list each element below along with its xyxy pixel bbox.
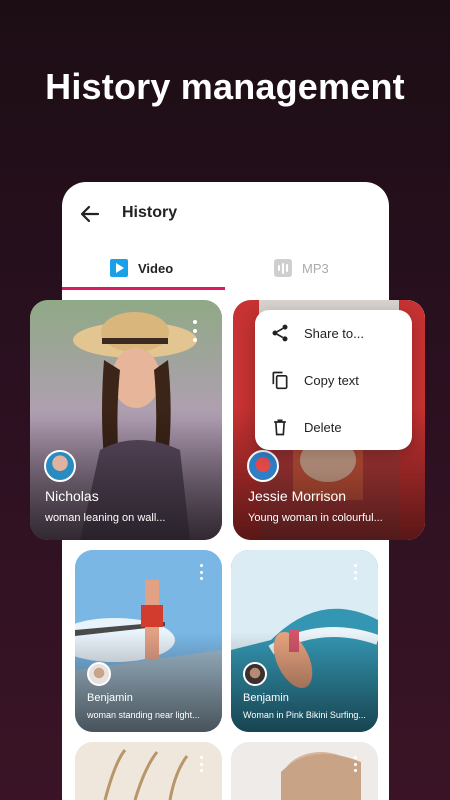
avatar (247, 450, 279, 482)
share-icon (272, 324, 288, 342)
avatar (44, 450, 76, 482)
back-arrow-icon[interactable] (78, 202, 102, 226)
history-card[interactable]: Nicholas woman leaning on wall... (30, 300, 222, 540)
more-options-icon[interactable] (198, 756, 204, 772)
play-icon (110, 259, 128, 277)
menu-item-label: Copy text (304, 372, 359, 388)
audio-waveform-icon (274, 259, 292, 277)
tab-bar: Video MP3 (62, 248, 389, 290)
card-description: Young woman in colourful... (248, 512, 383, 524)
menu-item-share[interactable]: Share to... (255, 310, 412, 356)
card-description: Woman in Pink Bikini Surfing... (243, 710, 366, 720)
card-description: woman leaning on wall... (45, 512, 166, 524)
headline: History management (45, 66, 405, 107)
more-options-icon[interactable] (198, 564, 204, 580)
card-author-name: Benjamin (243, 692, 289, 704)
menu-item-label: Share to... (304, 325, 364, 341)
card-description: woman standing near light... (87, 710, 200, 720)
tab-mp3[interactable]: MP3 (274, 248, 329, 288)
card-author-name: Benjamin (87, 692, 133, 704)
card-author-name: Jessie Morrison (248, 488, 347, 504)
menu-item-delete[interactable]: Delete (255, 404, 412, 450)
history-card[interactable]: Benjamin Woman in Pink Bikini Surfing... (231, 550, 378, 732)
app-bar: History (62, 182, 389, 244)
history-card[interactable] (75, 742, 222, 800)
more-options-icon[interactable] (352, 564, 358, 580)
avatar (243, 662, 267, 686)
more-options-icon[interactable] (352, 756, 358, 772)
trash-icon (274, 419, 286, 436)
more-options-icon[interactable] (192, 320, 198, 342)
tab-video[interactable]: Video (110, 248, 173, 288)
tab-active-indicator (62, 287, 225, 290)
card-author-name: Nicholas (45, 488, 99, 504)
tab-mp3-label: MP3 (302, 260, 329, 276)
avatar (87, 662, 111, 686)
menu-item-label: Delete (304, 419, 342, 435)
context-menu: Share to... Copy text Delete (255, 310, 412, 450)
tab-video-label: Video (138, 260, 174, 276)
history-card[interactable] (231, 742, 378, 800)
copy-icon (272, 371, 288, 390)
page-title: History (122, 204, 178, 221)
history-card[interactable]: Benjamin woman standing near light... (75, 550, 222, 732)
menu-item-copy[interactable]: Copy text (255, 357, 412, 403)
